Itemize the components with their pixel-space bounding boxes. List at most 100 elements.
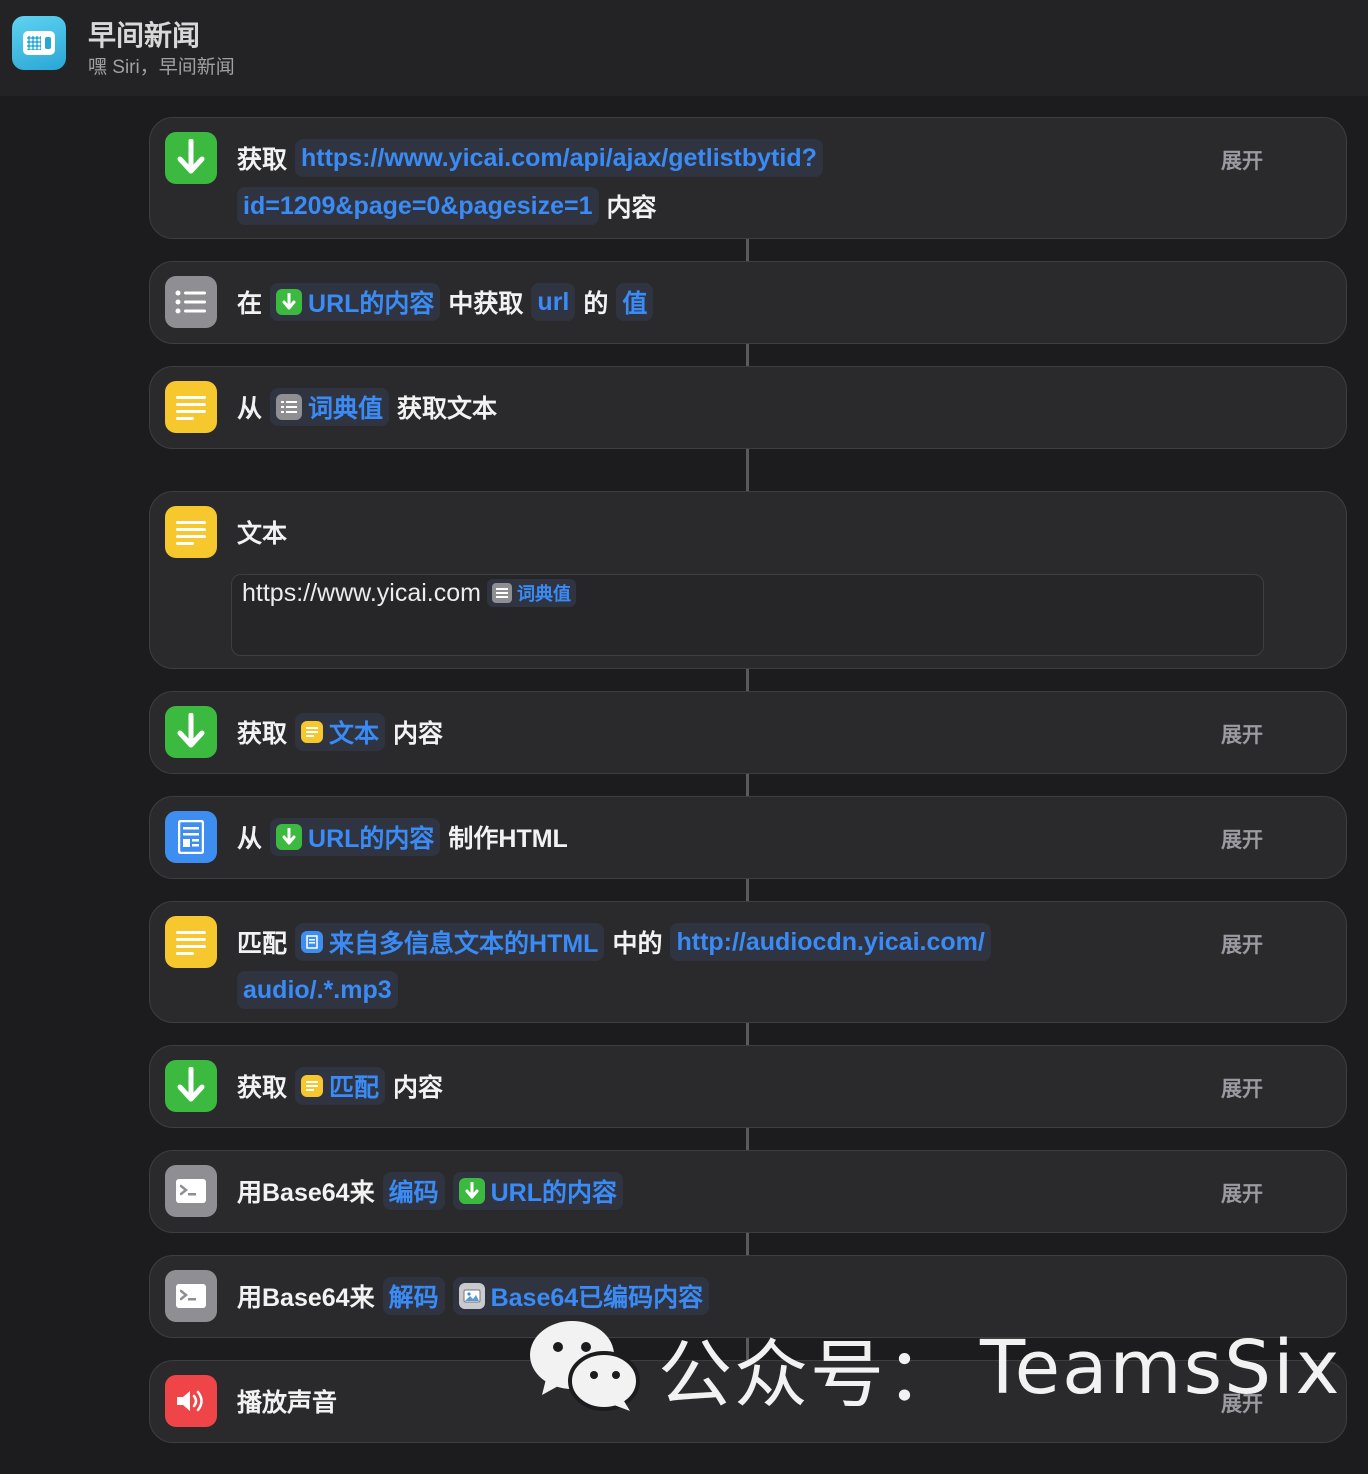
text-content: https://www.yicai.com 词典值 <box>242 576 576 610</box>
variable-token[interactable]: 文本 <box>295 713 386 751</box>
action-suffix: 内容 <box>606 194 657 222</box>
action-verb: 获取 <box>237 146 288 174</box>
key-token[interactable]: url <box>531 283 576 321</box>
connector-line <box>746 1233 749 1255</box>
text-lines-icon <box>301 1075 324 1097</box>
download-arrow-icon <box>165 706 217 758</box>
speaker-icon <box>165 1375 217 1427</box>
variable-label: URL的内容 <box>308 825 435 853</box>
variable-label: URL的内容 <box>308 290 435 318</box>
action-prefix: 从 <box>237 395 263 423</box>
connector-line <box>746 1128 749 1150</box>
variable-token[interactable]: 词典值 <box>270 388 390 426</box>
action-mid: 中的 <box>612 930 663 958</box>
pattern-token[interactable]: http://audiocdn.yicai.com/ <box>670 923 991 961</box>
mode-token[interactable]: 解码 <box>382 1277 445 1315</box>
action-suffix: 内容 <box>393 720 444 748</box>
expand-button[interactable]: 展开 <box>1221 719 1263 749</box>
wechat-icon <box>528 1319 640 1418</box>
connector-line <box>746 669 749 691</box>
variable-token[interactable]: URL的内容 <box>270 818 441 856</box>
variable-label: URL的内容 <box>490 1179 617 1207</box>
text-lines-icon <box>165 506 217 558</box>
action-suffix: 内容 <box>393 1074 444 1102</box>
list-icon <box>276 394 303 420</box>
action-title: 文本 <box>237 520 288 548</box>
variable-label: Base64已编码内容 <box>490 1284 704 1312</box>
expand-button[interactable]: 展开 <box>1221 1178 1263 1208</box>
download-arrow-icon <box>165 1060 217 1112</box>
expand-button[interactable]: 展开 <box>1221 929 1263 959</box>
action-verb: 匹配 <box>237 930 288 958</box>
connector-line <box>746 774 749 796</box>
action-line: 匹配 来自多信息文本的HTML 中的 http://audiocdn.yicai… <box>237 922 991 962</box>
connector-line <box>746 1023 749 1045</box>
action-verb: 获取 <box>237 720 288 748</box>
text-lines-icon <box>301 721 324 743</box>
terminal-icon <box>165 1165 217 1217</box>
variable-token[interactable]: 词典值 <box>486 579 576 607</box>
photo-icon <box>458 1283 485 1309</box>
action-of: 的 <box>583 290 609 318</box>
download-arrow-icon <box>276 289 303 315</box>
download-arrow-icon <box>276 824 303 850</box>
action-line: 文本 <box>237 512 287 552</box>
text-lines-icon <box>165 916 217 968</box>
action-line: 用Base64来 解码 Base64已编码内容 <box>237 1276 710 1316</box>
action-line: 在 URL的内容 中获取 url 的 值 <box>237 282 654 322</box>
expand-button[interactable]: 展开 <box>1221 824 1263 854</box>
document-icon <box>165 811 217 863</box>
action-line: 用Base64来 编码 URL的内容 <box>237 1171 623 1211</box>
mode-token[interactable]: 编码 <box>382 1172 445 1210</box>
action-verb: 获取 <box>237 1074 288 1102</box>
connector-line <box>746 879 749 901</box>
shortcut-header: 早间新闻 嘿 Siri，早间新闻 <box>0 0 1368 96</box>
download-arrow-icon <box>165 132 217 184</box>
radio-app-icon <box>12 16 66 70</box>
text-lines-icon <box>165 381 217 433</box>
action-line: id=1209&page=0&pagesize=1 内容 <box>237 186 657 226</box>
expand-button[interactable]: 展开 <box>1221 145 1263 175</box>
watermark-name: TeamsSix <box>980 1325 1342 1411</box>
action-mid: 中获取 <box>448 290 524 318</box>
shortcut-title: 早间新闻 <box>88 20 201 51</box>
document-icon <box>301 931 324 953</box>
variable-label: 词典值 <box>516 584 571 604</box>
list-icon <box>491 583 512 603</box>
action-line: 获取 匹配 内容 <box>237 1066 443 1106</box>
variable-label: 来自多信息文本的HTML <box>329 930 599 958</box>
action-line: 从 URL的内容 制作HTML <box>237 817 568 857</box>
list-icon <box>165 276 217 328</box>
variable-label: 文本 <box>329 720 380 748</box>
connector-line <box>746 239 749 261</box>
url-token[interactable]: https://www.yicai.com/api/ajax/getlistby… <box>295 139 823 177</box>
action-line: 获取 文本 内容 <box>237 712 443 752</box>
connector-line <box>746 449 749 491</box>
variable-token[interactable]: URL的内容 <box>270 283 441 321</box>
url-token-continued[interactable]: id=1209&page=0&pagesize=1 <box>237 187 599 225</box>
action-prefix: 从 <box>237 825 263 853</box>
pattern-token-continued[interactable]: audio/.*.mp3 <box>237 971 398 1009</box>
action-suffix: 制作HTML <box>448 825 568 853</box>
action-suffix: 获取文本 <box>397 395 498 423</box>
value-token[interactable]: 值 <box>616 283 654 321</box>
action-line: 获取 https://www.yicai.com/api/ajax/getlis… <box>237 138 823 178</box>
action-verb: 用Base64来 <box>237 1179 375 1207</box>
variable-token[interactable]: URL的内容 <box>452 1172 623 1210</box>
action-verb: 用Base64来 <box>237 1284 375 1312</box>
shortcut-subtitle: 嘿 Siri，早间新闻 <box>88 57 235 78</box>
terminal-icon <box>165 1270 217 1322</box>
action-line: audio/.*.mp3 <box>237 970 398 1010</box>
action-line: 播放声音 <box>237 1381 337 1421</box>
variable-label: 词典值 <box>308 395 384 423</box>
download-arrow-icon <box>458 1178 485 1204</box>
watermark-label: 公众号： <box>658 1331 962 1418</box>
variable-token[interactable]: Base64已编码内容 <box>452 1277 710 1315</box>
connector-line <box>746 344 749 366</box>
action-prefix: 在 <box>237 290 263 318</box>
action-line: 从 词典值 获取文本 <box>237 387 497 427</box>
text-content-literal: https://www.yicai.com <box>242 578 481 607</box>
expand-button[interactable]: 展开 <box>1221 1073 1263 1103</box>
variable-token[interactable]: 匹配 <box>295 1067 386 1105</box>
variable-token[interactable]: 来自多信息文本的HTML <box>295 923 605 961</box>
